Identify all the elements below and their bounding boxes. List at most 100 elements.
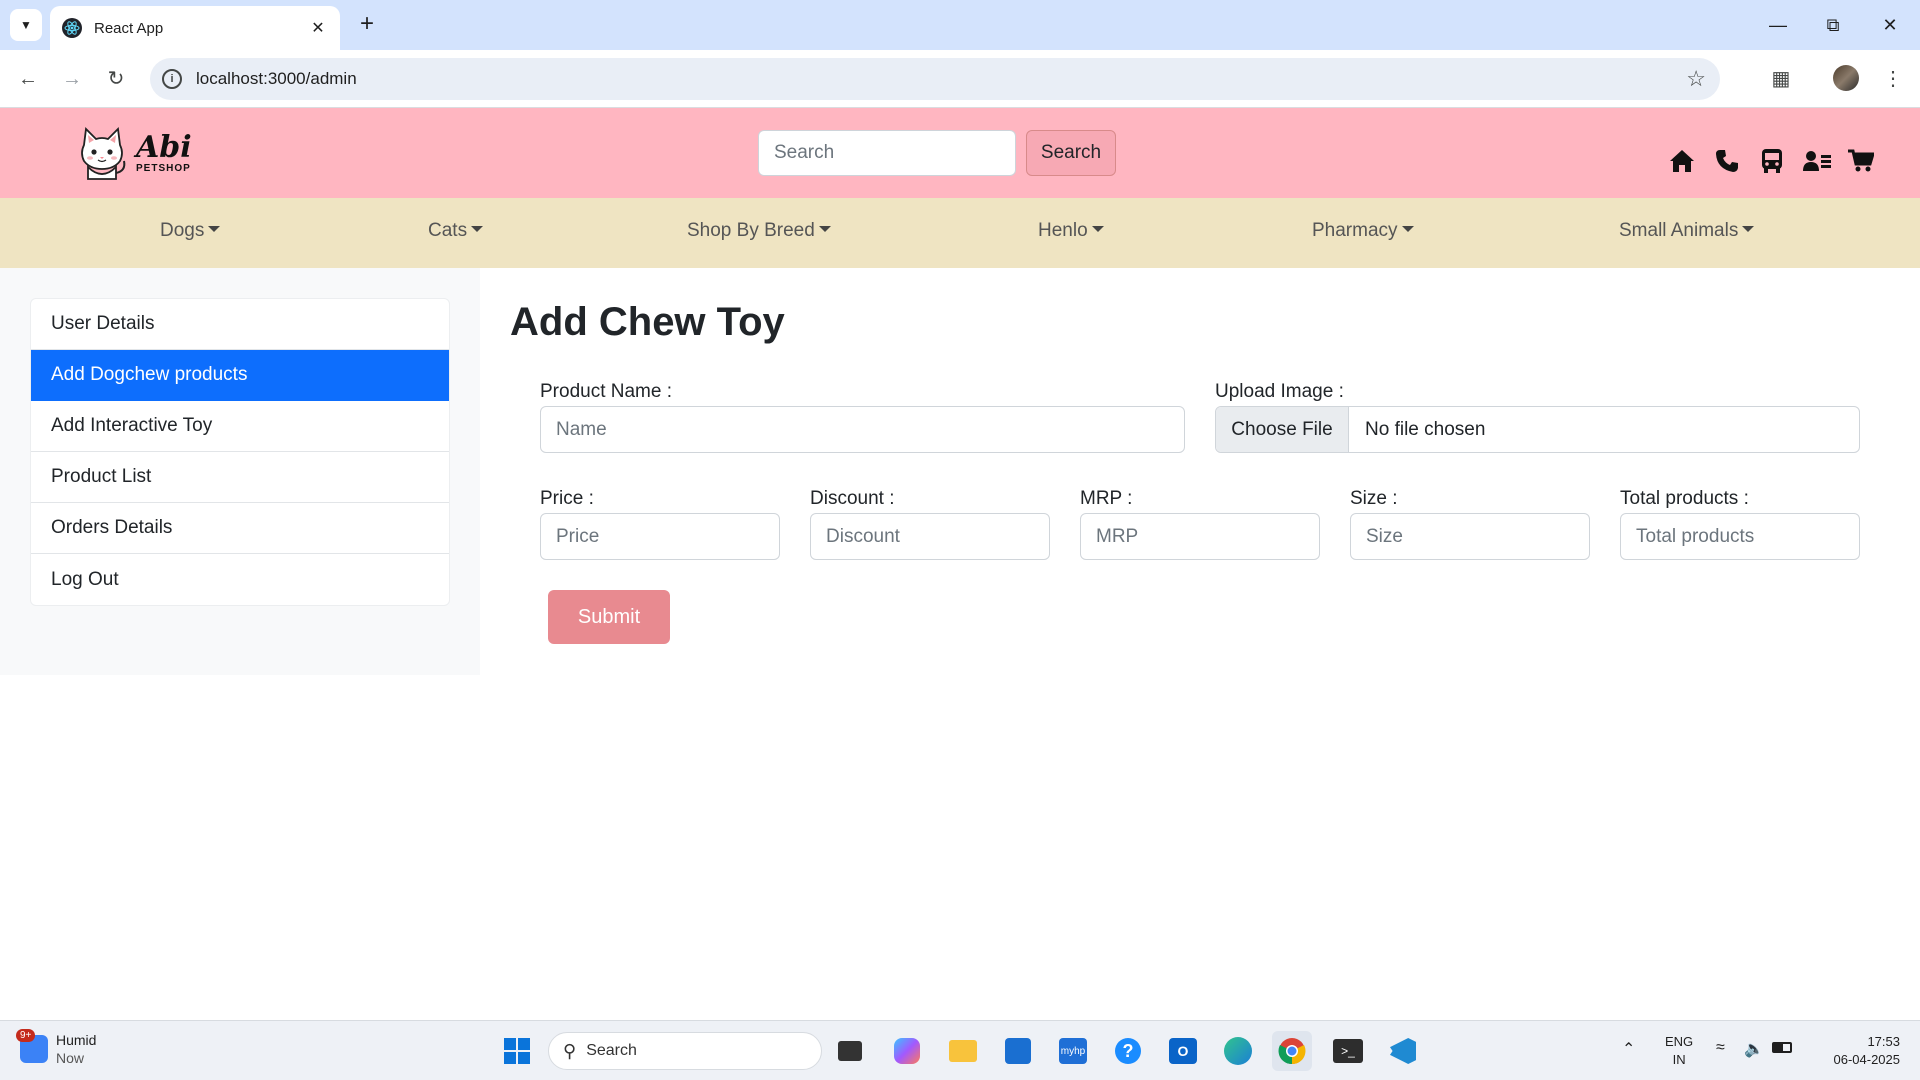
product-name-input[interactable]	[540, 406, 1185, 453]
product-name-label: Product Name :	[540, 381, 672, 402]
nav-label: Dogs	[160, 220, 205, 241]
clock-date: 06-04-2025	[1833, 1052, 1901, 1067]
caret-down-icon	[208, 226, 221, 232]
browser-tab[interactable]: React App ✕	[50, 6, 340, 50]
sidebar-item-add-dogchew-products[interactable]: Add Dogchew products	[31, 350, 449, 401]
nav-label: Shop By Breed	[687, 220, 815, 241]
windows-start-icon[interactable]	[497, 1031, 537, 1071]
discount-label: Discount :	[810, 488, 895, 509]
volume-icon[interactable]: 🔈	[1744, 1039, 1764, 1059]
nav-label: Cats	[428, 220, 468, 241]
file-explorer-icon[interactable]	[943, 1031, 983, 1071]
address-bar[interactable]: i localhost:3000/admin ☆	[150, 58, 1720, 100]
caret-down-icon	[818, 226, 831, 232]
nav-shop-by-breed[interactable]: Shop By Breed	[687, 220, 831, 242]
category-nav: Dogs Cats Shop By Breed Henlo Pharmacy S…	[0, 198, 1920, 268]
copilot-icon[interactable]	[887, 1031, 927, 1071]
nav-dogs[interactable]: Dogs	[160, 220, 221, 242]
clock[interactable]: 17:53 06-04-2025	[1812, 1033, 1901, 1069]
nav-henlo[interactable]: Henlo	[1038, 220, 1104, 242]
search-input[interactable]	[758, 130, 1016, 176]
edge-icon[interactable]	[1218, 1031, 1258, 1071]
nav-label: Pharmacy	[1312, 220, 1398, 241]
sidebar-item-add-interactive-toy[interactable]: Add Interactive Toy	[31, 401, 449, 452]
battery-icon[interactable]	[1772, 1039, 1792, 1053]
weather-title: Humid	[56, 1032, 97, 1048]
upload-image-label: Upload Image :	[1215, 381, 1344, 402]
bookmark-star-icon[interactable]: ☆	[1686, 66, 1706, 92]
terminal-icon[interactable]: >_	[1328, 1031, 1368, 1071]
clock-time: 17:53	[1867, 1034, 1900, 1049]
file-status-text: No file chosen	[1365, 418, 1486, 440]
admin-sidebar: User Details Add Dogchew products Add In…	[0, 268, 480, 675]
caret-down-icon	[1091, 226, 1104, 232]
taskbar-search[interactable]: ⚲ Search	[548, 1032, 822, 1070]
browser-toolbar: ← → ↻ i localhost:3000/admin ☆ ▦ ⋮	[0, 50, 1920, 108]
nav-label: Small Animals	[1619, 220, 1739, 241]
phone-icon[interactable]	[1712, 146, 1742, 176]
nav-small-animals[interactable]: Small Animals	[1619, 220, 1755, 242]
logo-name: Abi	[136, 129, 192, 165]
price-input[interactable]	[540, 513, 780, 560]
caret-down-icon	[1401, 226, 1414, 232]
restore-icon[interactable]: ⧉	[1813, 10, 1853, 40]
sidebar-item-orders-details[interactable]: Orders Details	[31, 503, 449, 554]
wifi-icon[interactable]: ≈	[1716, 1039, 1725, 1057]
nav-cats[interactable]: Cats	[428, 220, 484, 242]
menu-kebab-icon[interactable]: ⋮	[1876, 62, 1910, 96]
total-products-input[interactable]	[1620, 513, 1860, 560]
vscode-icon[interactable]	[1383, 1031, 1423, 1071]
profile-avatar[interactable]	[1833, 65, 1859, 91]
back-icon[interactable]: ←	[12, 63, 44, 95]
mrp-label: MRP :	[1080, 488, 1133, 509]
bus-icon[interactable]	[1757, 146, 1787, 176]
tab-close-icon[interactable]: ✕	[308, 18, 328, 38]
cat-logo-icon	[81, 127, 126, 180]
choose-file-button[interactable]: Choose File	[1216, 407, 1349, 452]
extensions-icon[interactable]: ▦	[1764, 62, 1798, 96]
tab-search-button[interactable]: ▼	[10, 9, 42, 41]
nav-pharmacy[interactable]: Pharmacy	[1312, 220, 1414, 242]
sidebar-item-log-out[interactable]: Log Out	[31, 554, 449, 605]
language-indicator[interactable]: ENG IN	[1665, 1033, 1693, 1069]
microsoft-store-icon[interactable]	[998, 1031, 1038, 1071]
url-text[interactable]: localhost:3000/admin	[196, 69, 1686, 89]
search-button[interactable]: Search	[1026, 130, 1116, 176]
cart-icon[interactable]	[1846, 146, 1876, 176]
user-list-icon[interactable]	[1802, 146, 1832, 176]
language-code: ENG	[1665, 1034, 1694, 1049]
notification-badge: 9+	[16, 1029, 36, 1042]
size-label: Size :	[1350, 488, 1398, 509]
minimize-icon[interactable]: —	[1758, 10, 1798, 40]
home-icon[interactable]	[1667, 146, 1697, 176]
close-window-icon[interactable]: ✕	[1870, 10, 1910, 40]
reload-icon[interactable]: ↻	[100, 63, 132, 95]
new-tab-button[interactable]: +	[352, 10, 382, 40]
submit-button[interactable]: Submit	[548, 590, 670, 644]
upload-image-input[interactable]: Choose File No file chosen	[1215, 406, 1860, 453]
weather-widget[interactable]: 9+ Humid Now	[16, 1029, 97, 1067]
nav-label: Henlo	[1038, 220, 1088, 241]
show-hidden-icons-icon[interactable]: ⌃	[1622, 1039, 1635, 1059]
price-label: Price :	[540, 488, 594, 509]
help-icon[interactable]: ?	[1108, 1031, 1148, 1071]
forward-icon[interactable]: →	[56, 63, 88, 95]
discount-input[interactable]	[810, 513, 1050, 560]
size-input[interactable]	[1350, 513, 1590, 560]
sidebar-item-user-details[interactable]: User Details	[31, 299, 449, 350]
caret-down-icon	[471, 226, 484, 232]
logo[interactable]: Abi PETSHOP	[72, 120, 212, 186]
app-header: Abi PETSHOP Search	[0, 108, 1920, 198]
myhp-icon[interactable]: myhp	[1053, 1031, 1093, 1071]
sidebar-item-product-list[interactable]: Product List	[31, 452, 449, 503]
taskbar-search-label: Search	[586, 1042, 637, 1059]
mrp-input[interactable]	[1080, 513, 1320, 560]
react-favicon-icon	[62, 18, 82, 38]
chrome-icon[interactable]	[1272, 1031, 1312, 1071]
outlook-icon[interactable]: O	[1163, 1031, 1203, 1071]
task-view-icon[interactable]	[830, 1031, 870, 1071]
caret-down-icon	[1742, 226, 1755, 232]
site-info-icon[interactable]: i	[162, 69, 182, 89]
sidebar-menu: User Details Add Dogchew products Add In…	[30, 298, 450, 606]
windows-taskbar: 9+ Humid Now ⚲ Search myhp ? O >_ ⌃ ENG …	[0, 1020, 1920, 1080]
